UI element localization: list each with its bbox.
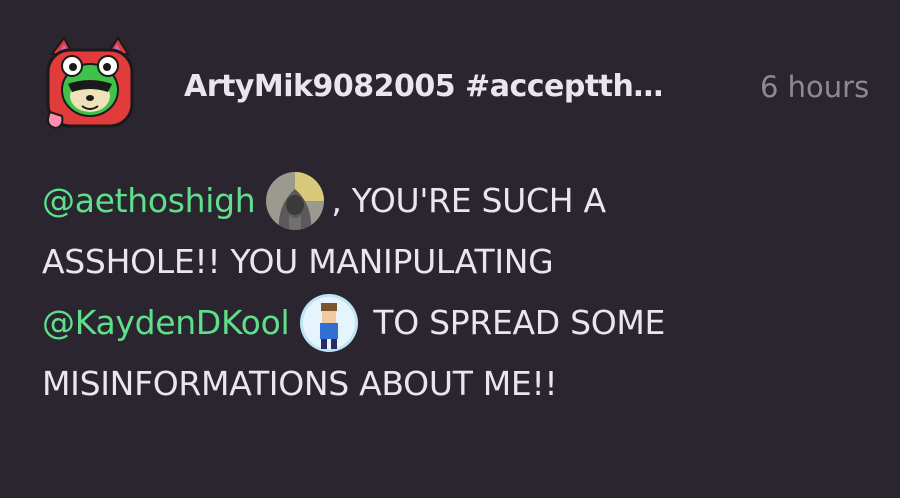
body-text-4: MISINFORMATIONS ABOUT ME!! <box>42 364 558 403</box>
body-line-3: @KaydenDKool TO SPREAD SOME <box>42 292 872 353</box>
author-name[interactable]: ArtyMik9082005 #acceptth… <box>184 66 714 108</box>
body-line-1: @aethoshigh , YOU'RE SUCH A <box>42 170 872 231</box>
author-avatar-icon[interactable] <box>42 36 138 132</box>
body-text-2: ASSHOLE!! YOU MANIPULATING <box>42 242 554 281</box>
body-text-3: TO SPREAD SOME <box>373 303 666 342</box>
body-text-1: , YOU'RE SUCH A <box>331 181 606 220</box>
post-body: @aethoshigh , YOU'RE SUCH A ASSHOLE!! YO… <box>42 170 872 414</box>
mention-aethoshigh[interactable]: @aethoshigh <box>42 170 256 231</box>
post-timestamp: 6 hours <box>760 70 870 104</box>
body-line-4: MISINFORMATIONS ABOUT ME!! <box>42 353 872 414</box>
hooded-figure-avatar-icon[interactable] <box>265 171 325 231</box>
boy-character-avatar-icon[interactable] <box>299 293 359 353</box>
mention-kaydendkool[interactable]: @KaydenDKool <box>42 292 290 353</box>
post-card: ArtyMik9082005 #acceptth… 6 hours @aetho… <box>0 0 900 498</box>
body-line-2: ASSHOLE!! YOU MANIPULATING <box>42 231 872 292</box>
